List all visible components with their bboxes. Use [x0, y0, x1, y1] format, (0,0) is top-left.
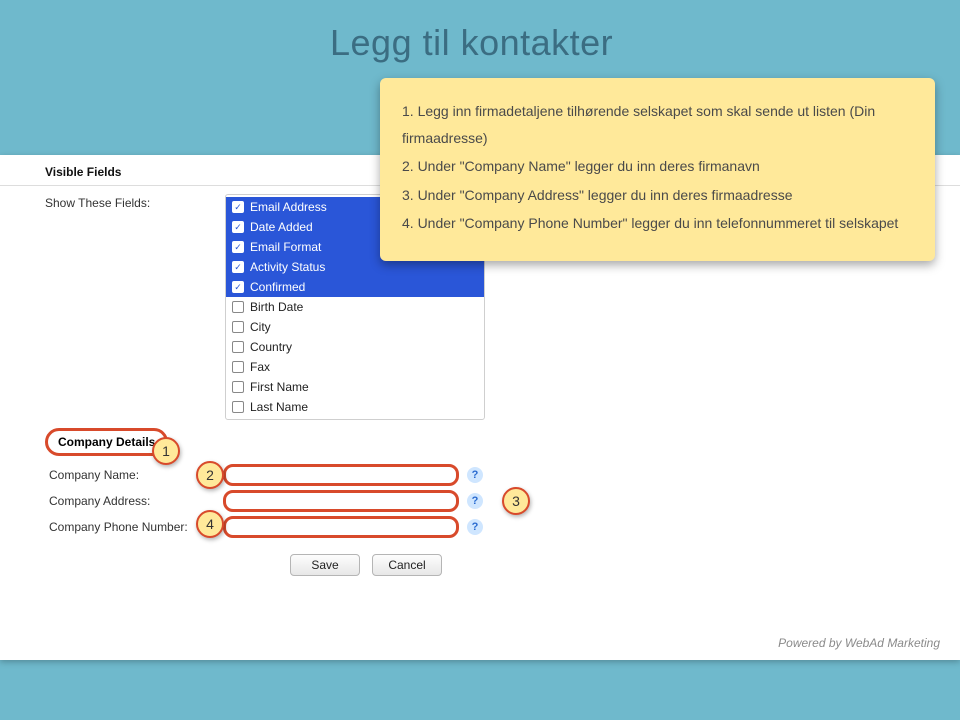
field-item-label: Country [250, 340, 292, 354]
company-address-label: Company Address: [45, 494, 215, 508]
callout-line-1: 1. Legg inn firmadetaljene tilhørende se… [402, 98, 913, 151]
checkbox-icon[interactable] [232, 341, 244, 353]
annotation-1: 1 [152, 437, 180, 465]
field-item-label: Email Format [250, 240, 321, 254]
company-address-input[interactable] [223, 490, 459, 512]
field-item[interactable]: Fax [226, 357, 484, 377]
checkbox-icon[interactable] [232, 301, 244, 313]
callout-line-2: 2. Under "Company Name" legger du inn de… [402, 153, 913, 180]
annotation-4: 4 [196, 510, 224, 538]
field-item-label: Confirmed [250, 280, 305, 294]
help-icon[interactable]: ? [467, 467, 483, 483]
checkbox-icon[interactable] [232, 201, 244, 213]
annotation-3: 3 [502, 487, 530, 515]
field-item-label: Activity Status [250, 260, 325, 274]
help-icon[interactable]: ? [467, 519, 483, 535]
field-item[interactable]: Confirmed [226, 277, 484, 297]
field-item-label: First Name [250, 380, 309, 394]
company-name-input[interactable] [223, 464, 459, 486]
checkbox-icon[interactable] [232, 401, 244, 413]
company-details-header: Company Details [45, 428, 168, 456]
field-item[interactable]: First Name [226, 377, 484, 397]
field-item[interactable]: City [226, 317, 484, 337]
company-phone-input[interactable] [223, 516, 459, 538]
field-item-label: City [250, 320, 271, 334]
checkbox-icon[interactable] [232, 281, 244, 293]
field-item-label: Date Added [250, 220, 313, 234]
field-item[interactable]: Birth Date [226, 297, 484, 317]
company-name-label: Company Name: [45, 468, 215, 482]
field-item[interactable]: Country [226, 337, 484, 357]
checkbox-icon[interactable] [232, 221, 244, 233]
field-item-label: Fax [250, 360, 270, 374]
callout-line-4: 4. Under "Company Phone Number" legger d… [402, 210, 913, 237]
checkbox-icon[interactable] [232, 321, 244, 333]
instruction-callout: 1. Legg inn firmadetaljene tilhørende se… [380, 78, 935, 261]
annotation-2: 2 [196, 461, 224, 489]
checkbox-icon[interactable] [232, 261, 244, 273]
help-icon[interactable]: ? [467, 493, 483, 509]
checkbox-icon[interactable] [232, 361, 244, 373]
page-title: Legg til kontakter [330, 22, 613, 64]
field-item-label: Last Name [250, 400, 308, 414]
save-button[interactable]: Save [290, 554, 360, 576]
checkbox-icon[interactable] [232, 241, 244, 253]
footer-text: Powered by WebAd Marketing [778, 636, 940, 650]
cancel-button[interactable]: Cancel [372, 554, 442, 576]
company-phone-label: Company Phone Number: [45, 520, 215, 534]
checkbox-icon[interactable] [232, 381, 244, 393]
show-these-fields-label: Show These Fields: [45, 194, 225, 210]
callout-line-3: 3. Under "Company Address" legger du inn… [402, 182, 913, 209]
field-item[interactable]: Last Name [226, 397, 484, 417]
field-item-label: Email Address [250, 200, 327, 214]
field-item-label: Birth Date [250, 300, 303, 314]
